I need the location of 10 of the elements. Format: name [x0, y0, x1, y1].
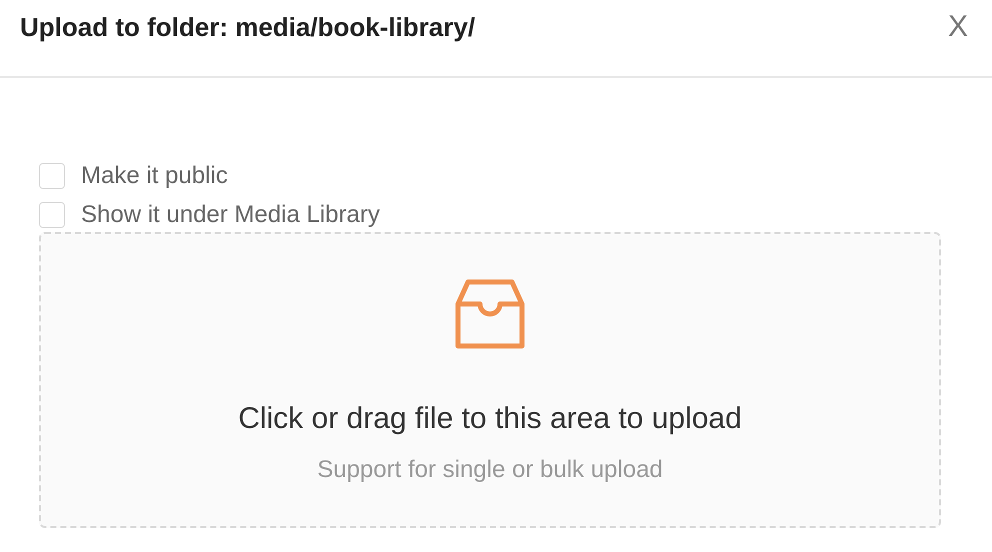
- checkbox[interactable]: [39, 162, 65, 188]
- checkbox-label: Make it public: [81, 162, 228, 190]
- checkbox[interactable]: [39, 202, 65, 228]
- upload-dropzone[interactable]: Click or drag file to this area to upload Support for single or bulk upload: [39, 232, 941, 528]
- dialog-title: Upload to folder: media/book-library/: [20, 12, 476, 42]
- dropzone-hint: Support for single or bulk upload: [317, 456, 663, 484]
- checkbox-label: Show it under Media Library: [81, 200, 380, 228]
- close-button[interactable]: X: [948, 10, 968, 44]
- dropzone-text: Click or drag file to this area to upload: [238, 402, 742, 436]
- inbox-icon: [454, 278, 526, 350]
